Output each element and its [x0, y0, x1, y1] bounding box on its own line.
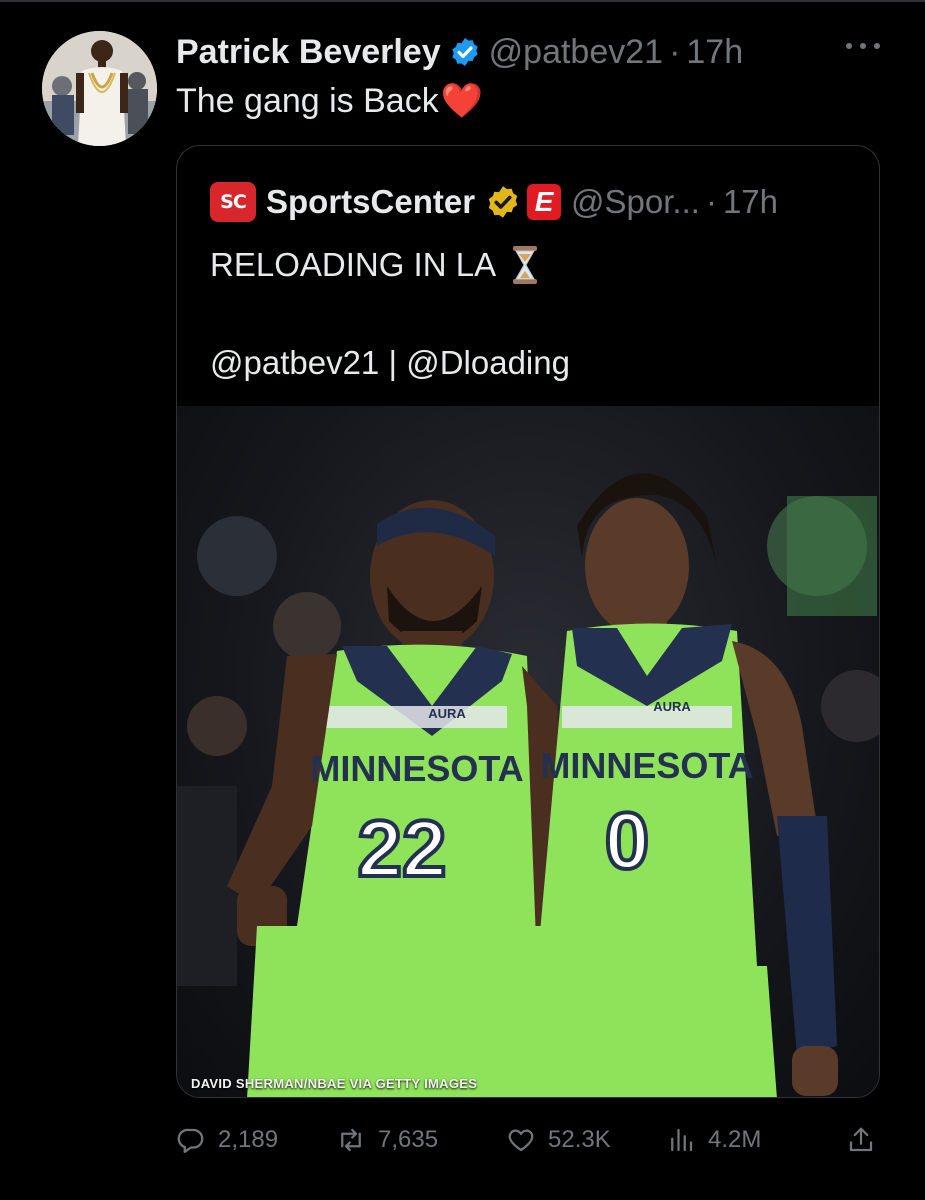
author-handle[interactable]: @patbev21 [489, 30, 663, 74]
analytics-bars-icon [671, 1128, 693, 1152]
quoted-tweet-card[interactable]: SC SportsCenter E @Spor... · 17h RELOADI… [176, 145, 880, 1098]
quoted-text-line1: RELOADING IN LA [210, 244, 540, 286]
retweet-button[interactable]: 7,635 [336, 1120, 438, 1160]
players-photo-illustration: MINNESOTA AURA 22 MINNESOTA AURA 0 [177, 473, 879, 1097]
tweet-timestamp[interactable]: 17h [686, 30, 743, 74]
heart-emoji: ❤️ [440, 82, 484, 120]
like-count: 52.3K [548, 1126, 611, 1153]
quoted-author-handle: @Spor... [571, 183, 700, 220]
espn-affiliate-icon: E [527, 184, 562, 220]
quoted-author-name: SportsCenter [266, 183, 476, 220]
retweet-count: 7,635 [378, 1126, 439, 1153]
verified-badge-icon [451, 38, 478, 66]
quoted-tweet-header: SC SportsCenter E @Spor... · 17h [210, 182, 778, 222]
gold-verified-badge-icon [488, 186, 518, 218]
photo-credit: DAVID SHERMAN/NBAE VIA GETTY IMAGES [191, 1076, 478, 1091]
author-avatar[interactable] [42, 31, 157, 146]
quoted-tweet-photo[interactable]: MINNESOTA AURA 22 MINNESOTA AURA 0 DAVID… [177, 406, 879, 1097]
player2-jersey-number: 0 [605, 796, 650, 885]
share-button[interactable] [846, 1120, 888, 1160]
quoted-text-mentions: @patbev21 | @Dloading [210, 344, 570, 381]
like-heart-icon [508, 1129, 534, 1152]
quoted-meta-separator: · [705, 183, 717, 220]
avatar-image [42, 31, 157, 146]
player1-jersey-brand: AURA [428, 706, 466, 721]
tweet-header: Patrick Beverley @patbev21 · 17h [176, 30, 743, 74]
tweet-body: The gang is Back [176, 82, 439, 120]
views-button[interactable]: 4.2M [666, 1120, 761, 1160]
reply-icon [177, 1128, 204, 1153]
retweet-icon [341, 1128, 361, 1152]
view-count: 4.2M [708, 1126, 762, 1153]
share-upload-icon [849, 1127, 873, 1152]
top-divider [0, 0, 925, 2]
player2-jersey-brand: AURA [653, 699, 691, 714]
like-button[interactable]: 52.3K [506, 1120, 611, 1160]
reply-count: 2,189 [218, 1126, 279, 1153]
player1-jersey-number: 22 [358, 804, 447, 893]
meta-separator: · [669, 33, 681, 71]
tweet-text: The gang is Back❤️ [176, 80, 483, 122]
player1-jersey-team: MINNESOTA [310, 748, 523, 789]
quoted-text-main: RELOADING IN LA [210, 246, 497, 283]
author-name[interactable]: Patrick Beverley [176, 30, 441, 74]
quoted-timestamp: 17h [722, 183, 778, 220]
reply-button[interactable]: 2,189 [176, 1120, 278, 1160]
hourglass-emoji-icon [513, 246, 538, 284]
tweet-action-bar: 2,189 7,635 52.3K 4.2M [176, 1120, 880, 1160]
sportscenter-logo-icon: SC [210, 182, 256, 222]
player2-jersey-team: MINNESOTA [540, 745, 753, 786]
more-options-icon[interactable] [846, 36, 880, 56]
